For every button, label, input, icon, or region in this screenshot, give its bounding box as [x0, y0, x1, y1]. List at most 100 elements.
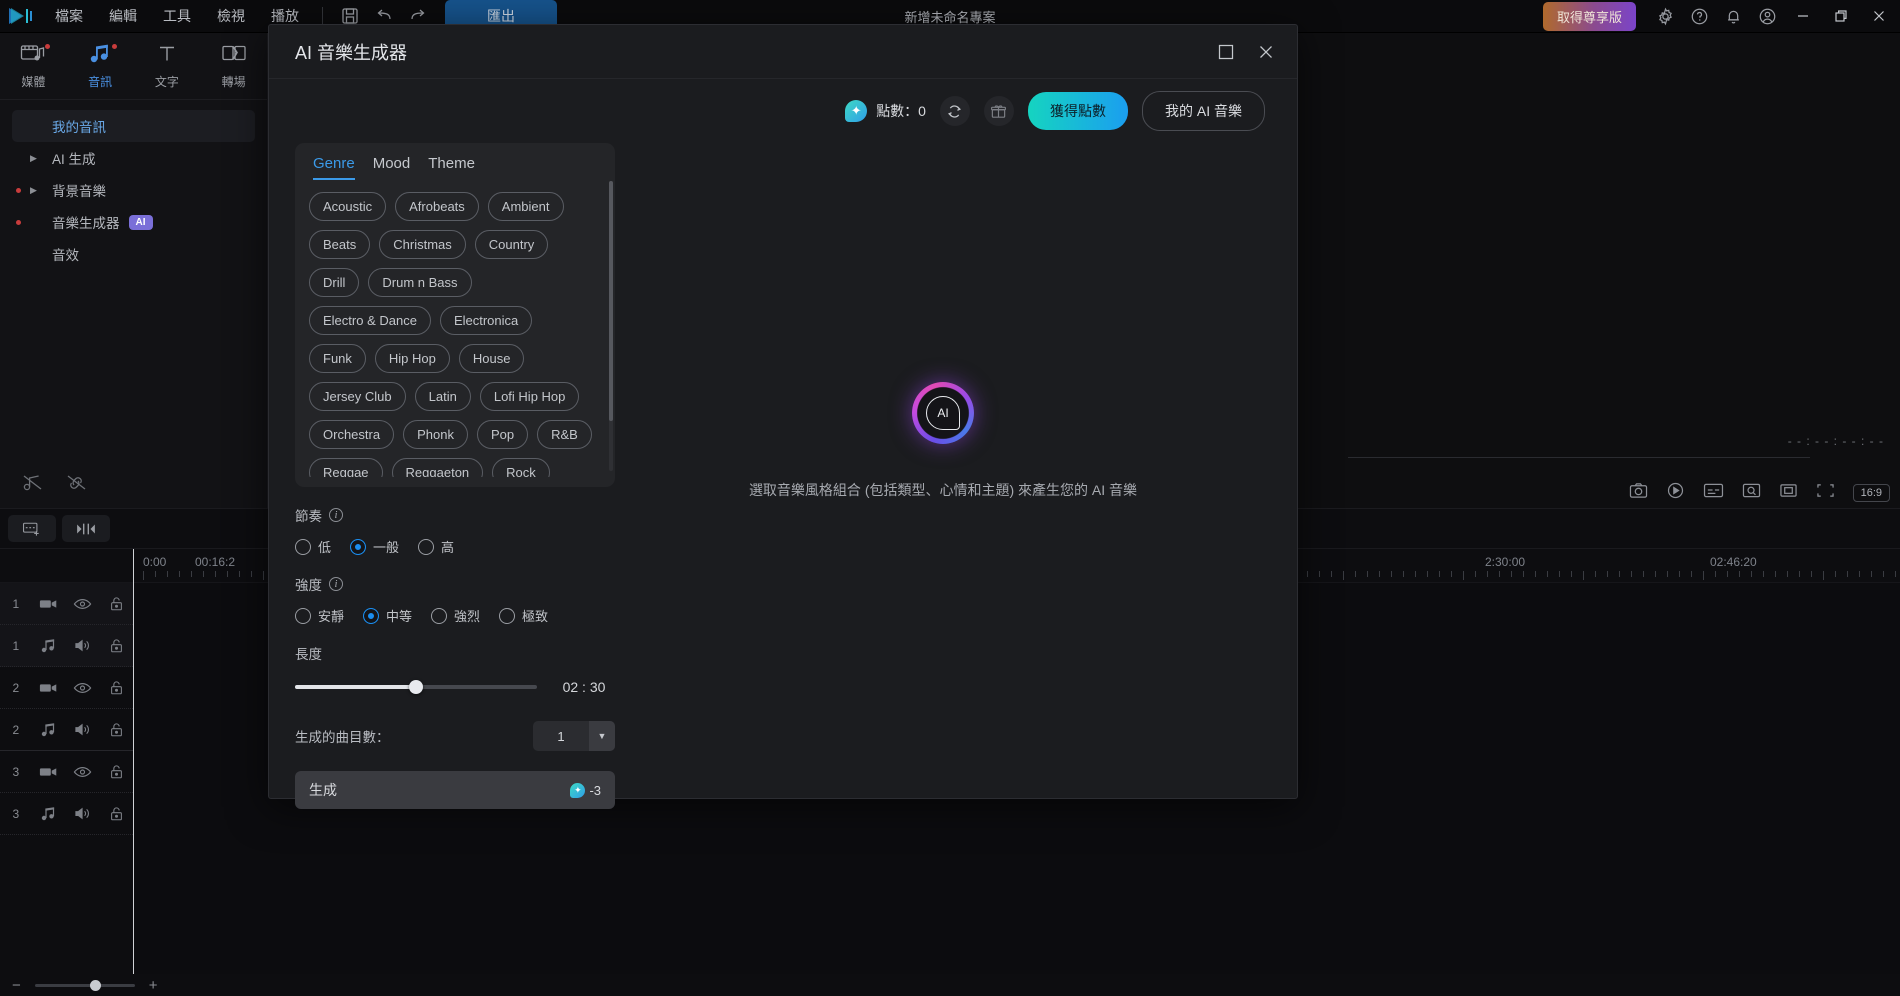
genre-tag[interactable]: Phonk	[403, 420, 468, 449]
unlock-icon[interactable]	[99, 806, 133, 822]
genre-tag[interactable]: Hip Hop	[375, 344, 450, 373]
help-icon[interactable]	[1682, 0, 1716, 33]
add-track-icon[interactable]	[8, 515, 56, 542]
genre-tag[interactable]: Beats	[309, 230, 370, 259]
speaker-icon[interactable]	[66, 806, 100, 821]
aspect-ratio-badge[interactable]: 16:9	[1853, 484, 1890, 502]
track-row[interactable]: 1	[0, 625, 133, 667]
tab-transition[interactable]: 轉場	[200, 33, 267, 99]
genre-tag-list[interactable]: Acoustic Afrobeats Ambient Beats Christmas Co…	[307, 192, 609, 477]
unlock-icon[interactable]	[99, 722, 133, 738]
playhead[interactable]	[133, 549, 134, 974]
unlock-icon[interactable]	[99, 764, 133, 780]
zoom-slider[interactable]	[35, 984, 135, 987]
nav-item-my-audio[interactable]: 我的音訊	[12, 110, 255, 142]
tab-text[interactable]: 文字	[134, 33, 201, 99]
premium-button[interactable]: 取得尊享版	[1543, 2, 1636, 31]
genre-tag[interactable]: Acoustic	[309, 192, 386, 221]
genre-tag[interactable]: Afrobeats	[395, 192, 479, 221]
eye-icon[interactable]	[66, 597, 100, 611]
genre-tag[interactable]: Latin	[415, 382, 471, 411]
tempo-option-low[interactable]: 低	[295, 537, 331, 556]
crop-icon[interactable]	[1779, 482, 1798, 504]
close-icon[interactable]	[1249, 35, 1283, 69]
track-row[interactable]: 1	[0, 583, 133, 625]
my-ai-music-button[interactable]: 我的 AI 音樂	[1142, 91, 1265, 131]
gift-icon[interactable]	[984, 96, 1014, 126]
track-row[interactable]: 2	[0, 667, 133, 709]
tempo-option-normal[interactable]: 一般	[350, 537, 399, 556]
audio-edit-icon[interactable]	[22, 473, 44, 498]
tab-genre[interactable]: Genre	[313, 155, 355, 180]
app-logo-icon[interactable]	[0, 0, 42, 33]
zoom-in-button[interactable]: +	[145, 977, 162, 994]
nav-item-sound-effects[interactable]: 音效	[12, 238, 255, 270]
genre-tag[interactable]: Rock	[492, 458, 550, 477]
play-icon[interactable]	[1666, 482, 1685, 504]
info-icon[interactable]: i	[329, 508, 343, 522]
genre-tag[interactable]: Jersey Club	[309, 382, 406, 411]
menu-item-tools[interactable]: 工具	[150, 0, 204, 33]
generate-button[interactable]: 生成 ✦ -3	[295, 771, 615, 809]
speaker-icon[interactable]	[66, 722, 100, 737]
genre-tag[interactable]: Funk	[309, 344, 366, 373]
genre-tag[interactable]: Electronica	[440, 306, 532, 335]
track-row[interactable]: 2	[0, 709, 133, 751]
length-slider[interactable]	[295, 685, 537, 689]
audio-link-icon[interactable]	[66, 473, 88, 498]
minimize-icon[interactable]	[1784, 0, 1822, 33]
fit-icon[interactable]	[62, 515, 110, 542]
tab-media[interactable]: 媒體	[0, 33, 67, 99]
menu-item-file[interactable]: 檔案	[42, 0, 96, 33]
speaker-icon[interactable]	[66, 638, 100, 653]
nav-item-ai-generated[interactable]: ▶ AI 生成	[12, 142, 255, 174]
tab-mood[interactable]: Mood	[373, 155, 411, 180]
unlock-icon[interactable]	[99, 638, 133, 654]
snapshot-icon[interactable]	[1629, 482, 1648, 504]
genre-tag[interactable]: Drum n Bass	[368, 268, 471, 297]
track-count-select[interactable]: 1 ▼	[533, 721, 615, 751]
track-row[interactable]: 3	[0, 793, 133, 835]
intensity-option-quiet[interactable]: 安靜	[295, 606, 344, 625]
gear-icon[interactable]	[1648, 0, 1682, 33]
genre-tag[interactable]: Lofi Hip Hop	[480, 382, 580, 411]
nav-item-background-music[interactable]: ▶ 背景音樂	[12, 174, 255, 206]
genre-tag[interactable]: R&B	[537, 420, 592, 449]
genre-tag[interactable]: Christmas	[379, 230, 466, 259]
unlock-icon[interactable]	[99, 680, 133, 696]
eye-icon[interactable]	[66, 765, 100, 779]
account-icon[interactable]	[1750, 0, 1784, 33]
menu-item-view[interactable]: 檢視	[204, 0, 258, 33]
intensity-option-medium[interactable]: 中等	[363, 606, 412, 625]
genre-tag[interactable]: Orchestra	[309, 420, 394, 449]
chevron-down-icon[interactable]: ▼	[589, 721, 615, 751]
zoom-slider-knob[interactable]	[90, 980, 101, 991]
subtitle-icon[interactable]	[1703, 482, 1724, 504]
genre-tag[interactable]: Electro & Dance	[309, 306, 431, 335]
tempo-option-high[interactable]: 高	[418, 537, 454, 556]
eye-icon[interactable]	[66, 681, 100, 695]
track-row[interactable]: 3	[0, 751, 133, 793]
restore-icon[interactable]	[1822, 0, 1860, 33]
genre-tag[interactable]: Pop	[477, 420, 528, 449]
unlock-icon[interactable]	[99, 596, 133, 612]
get-credits-button[interactable]: 獲得點數	[1028, 92, 1128, 130]
close-icon[interactable]	[1860, 0, 1898, 33]
genre-tag[interactable]: Country	[475, 230, 549, 259]
length-slider-knob[interactable]	[409, 680, 423, 694]
maximize-icon[interactable]	[1209, 35, 1243, 69]
genre-tag[interactable]: Ambient	[488, 192, 564, 221]
genre-tag[interactable]: Reggaeton	[392, 458, 484, 477]
genre-tag[interactable]: Drill	[309, 268, 359, 297]
tab-audio[interactable]: 音訊	[67, 33, 134, 99]
info-icon[interactable]: i	[329, 577, 343, 591]
fullscreen-icon[interactable]	[1816, 482, 1835, 504]
intensity-option-strong[interactable]: 強烈	[431, 606, 480, 625]
refresh-icon[interactable]	[940, 96, 970, 126]
menu-item-edit[interactable]: 編輯	[96, 0, 150, 33]
zoom-icon[interactable]	[1742, 482, 1761, 504]
zoom-out-button[interactable]: −	[8, 977, 25, 994]
genre-scrollbar-thumb[interactable]	[609, 181, 613, 421]
bell-icon[interactable]	[1716, 0, 1750, 33]
nav-item-music-generator[interactable]: 音樂生成器 AI	[12, 206, 255, 238]
